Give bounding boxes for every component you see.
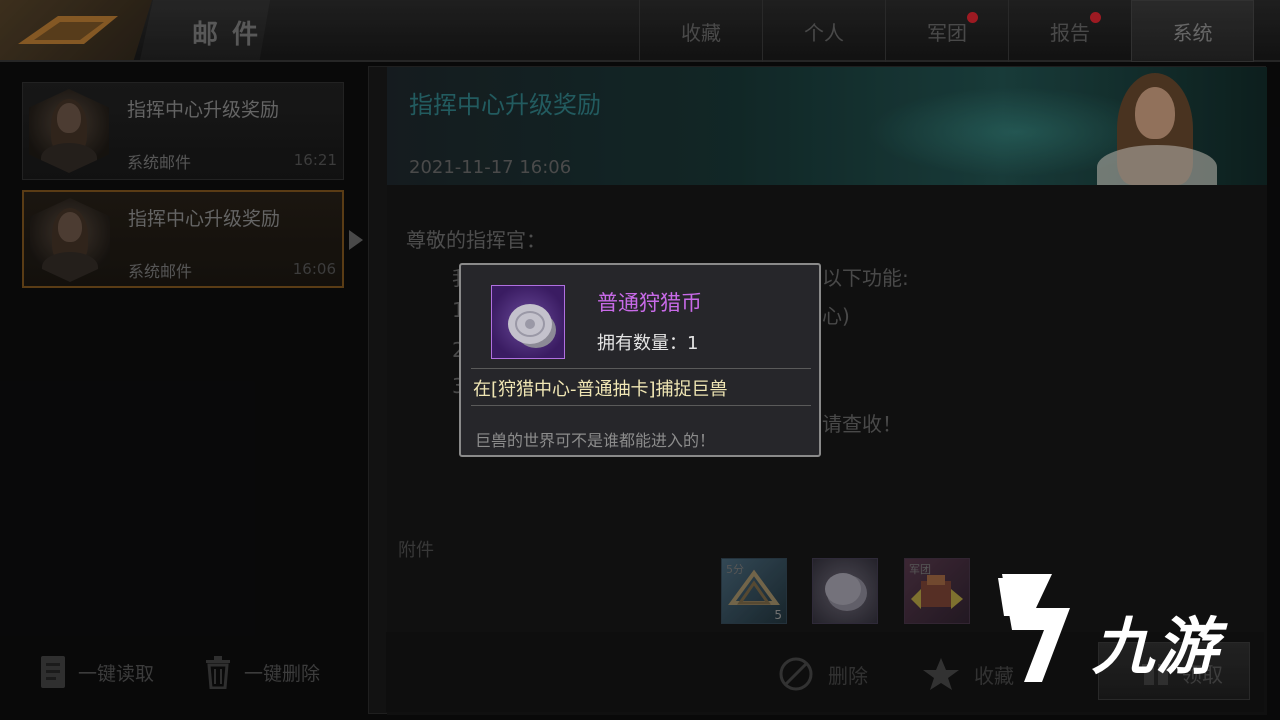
item-tooltip: 普通狩猎币 拥有数量：1 在[狩猎中心-普通抽卡]捕捉巨兽 巨兽的世界可不是谁都… (459, 263, 821, 457)
watermark-text: 九游 (1092, 610, 1221, 683)
divider (471, 405, 811, 406)
item-name: 普通狩猎币 (597, 291, 702, 315)
item-owned-count: 拥有数量：1 (597, 333, 699, 354)
divider (471, 368, 811, 369)
item-description: 巨兽的世界可不是谁都能进入的！ (475, 431, 716, 450)
item-source: 在[狩猎中心-普通抽卡]捕捉巨兽 (473, 379, 728, 400)
hunting-coin-icon (491, 285, 565, 359)
